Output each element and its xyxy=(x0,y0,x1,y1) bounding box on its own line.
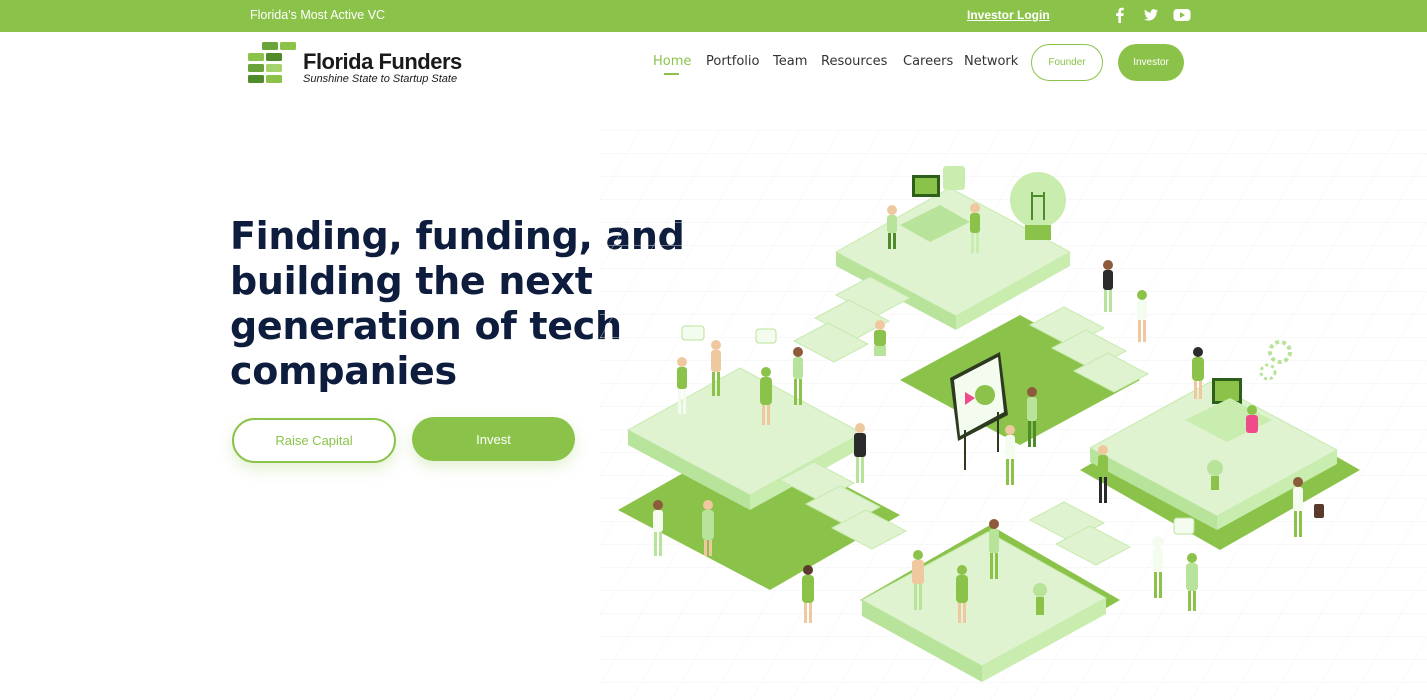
founder-button[interactable]: Founder xyxy=(1031,44,1103,81)
nav-careers[interactable]: Careers xyxy=(903,54,953,69)
nav-team[interactable]: Team xyxy=(773,54,807,69)
investor-button[interactable]: Investor xyxy=(1118,44,1184,81)
twitter-icon[interactable] xyxy=(1143,7,1161,25)
invest-button[interactable]: Invest xyxy=(412,417,575,461)
top-bar-tagline: Florida's Most Active VC xyxy=(250,8,386,22)
nav-resources[interactable]: Resources xyxy=(821,54,887,69)
youtube-icon[interactable] xyxy=(1173,7,1191,25)
hero-illustration xyxy=(600,130,1427,700)
facebook-icon[interactable] xyxy=(1113,7,1131,25)
logo-mark-icon xyxy=(248,42,296,83)
investor-login-link[interactable]: Investor Login xyxy=(967,8,1050,22)
nav-active-indicator xyxy=(664,73,679,75)
nav-portfolio[interactable]: Portfolio xyxy=(706,54,759,69)
nav-network[interactable]: Network xyxy=(964,54,1018,69)
brand-tagline: Sunshine State to Startup State xyxy=(303,73,458,85)
brand-logo[interactable]: Florida Funders Sunshine State to Startu… xyxy=(248,41,462,87)
top-bar: Florida's Most Active VC Investor Login xyxy=(0,0,1427,32)
brand-name: Florida Funders xyxy=(303,49,462,74)
nav-home[interactable]: Home xyxy=(653,54,691,69)
raise-capital-button[interactable]: Raise Capital xyxy=(232,418,396,463)
